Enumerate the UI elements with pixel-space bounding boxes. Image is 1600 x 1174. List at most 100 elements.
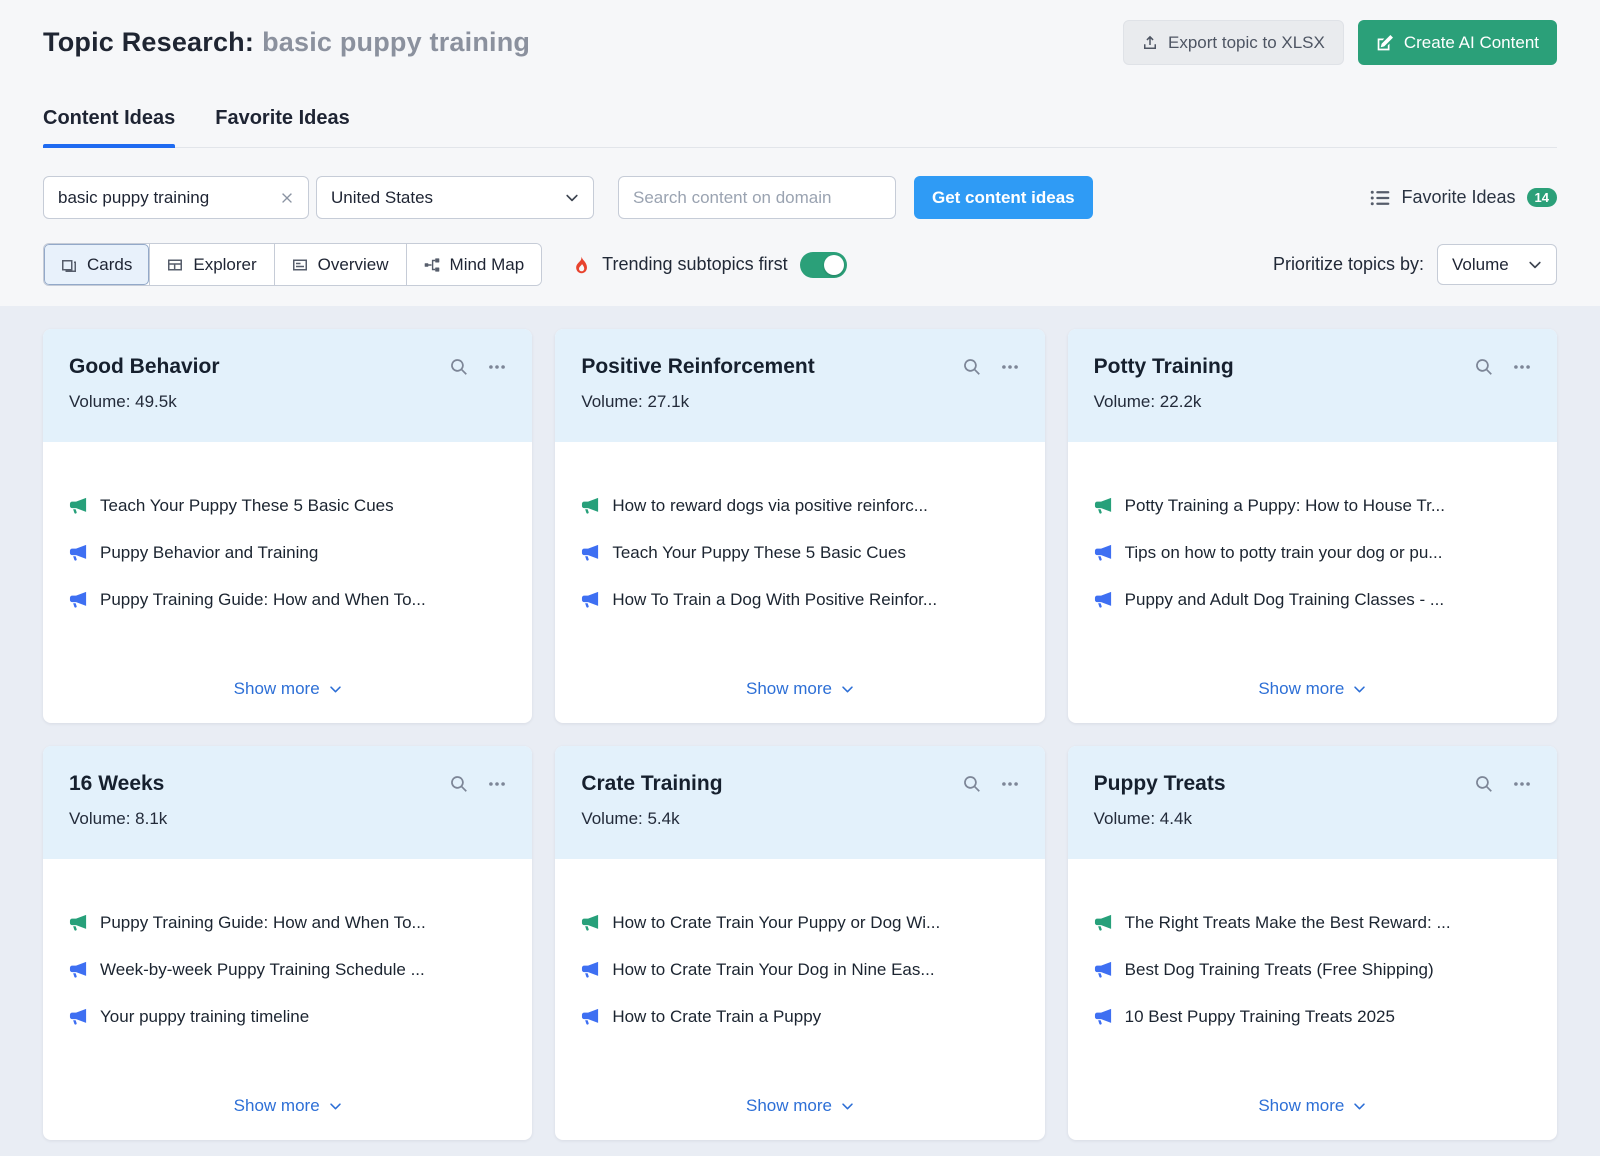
content-idea-item[interactable]: Week-by-week Puppy Training Schedule ... (69, 946, 506, 993)
content-idea-text: Potty Training a Puppy: How to House Tr.… (1125, 496, 1445, 516)
favorite-ideas-link[interactable]: Favorite Ideas 14 (1370, 187, 1557, 208)
content-idea-text: How to Crate Train Your Dog in Nine Eas.… (612, 960, 934, 980)
content-idea-text: How To Train a Dog With Positive Reinfor… (612, 590, 937, 610)
domain-search-input[interactable] (618, 176, 896, 219)
view-explorer-button[interactable]: Explorer (149, 244, 273, 285)
tab-favorite-ideas[interactable]: Favorite Ideas (215, 107, 350, 147)
content-idea-item[interactable]: Teach Your Puppy These 5 Basic Cues (69, 482, 506, 529)
more-options-icon[interactable] (488, 775, 506, 793)
topic-card-title: Good Behavior (69, 355, 220, 379)
tab-content-ideas[interactable]: Content Ideas (43, 107, 175, 147)
prioritize-select[interactable]: Volume (1437, 244, 1557, 285)
view-row: Cards Explorer Overview Mind Map Trendin… (43, 243, 1557, 306)
content-idea-text: Puppy Training Guide: How and When To... (100, 590, 426, 610)
more-options-icon[interactable] (1001, 775, 1019, 793)
favorite-ideas-count-badge: 14 (1527, 188, 1557, 207)
more-options-icon[interactable] (488, 358, 506, 376)
search-icon[interactable] (1475, 775, 1493, 793)
megaphone-icon (581, 544, 599, 562)
country-select[interactable]: United States (316, 176, 594, 219)
favorite-ideas-label: Favorite Ideas (1401, 187, 1515, 208)
megaphone-icon (581, 591, 599, 609)
topic-card-positive-reinforcement: Positive Reinforcement Volume: 27.1k How… (555, 329, 1044, 723)
show-more-label: Show more (1258, 1096, 1344, 1116)
megaphone-icon (1094, 961, 1112, 979)
get-content-ideas-button[interactable]: Get content ideas (914, 176, 1093, 219)
content-idea-item[interactable]: Puppy Training Guide: How and When To... (69, 576, 506, 623)
topic-card-volume: Volume: 22.2k (1094, 392, 1531, 412)
content-idea-text: Tips on how to potty train your dog or p… (1125, 543, 1443, 563)
show-more-link[interactable]: Show more (1094, 1096, 1531, 1120)
content-idea-text: Teach Your Puppy These 5 Basic Cues (612, 543, 906, 563)
content-idea-item[interactable]: 10 Best Puppy Training Treats 2025 (1094, 993, 1531, 1040)
topic-query-field[interactable] (43, 176, 309, 219)
content-idea-item[interactable]: Teach Your Puppy These 5 Basic Cues (581, 529, 1018, 576)
show-more-link[interactable]: Show more (69, 679, 506, 703)
view-mind-map-button[interactable]: Mind Map (406, 244, 542, 285)
search-icon[interactable] (963, 358, 981, 376)
show-more-link[interactable]: Show more (69, 1096, 506, 1120)
search-icon[interactable] (963, 775, 981, 793)
clear-query-icon[interactable] (280, 191, 294, 205)
topic-card-title: Potty Training (1094, 355, 1234, 379)
card-header: Potty Training Volume: 22.2k (1068, 329, 1557, 442)
card-body: Potty Training a Puppy: How to House Tr.… (1068, 442, 1557, 723)
search-icon[interactable] (1475, 358, 1493, 376)
trending-control: Trending subtopics first (572, 252, 846, 278)
content-idea-item[interactable]: Puppy Behavior and Training (69, 529, 506, 576)
create-ai-content-label: Create AI Content (1404, 33, 1539, 53)
show-more-label: Show more (234, 679, 320, 699)
show-more-label: Show more (746, 1096, 832, 1116)
megaphone-icon (69, 544, 87, 562)
megaphone-icon (69, 1008, 87, 1026)
topic-research-page: Topic Research:basic puppy training Expo… (0, 0, 1600, 1174)
topic-cards-section: Good Behavior Volume: 49.5k Teach Your P… (0, 306, 1600, 1156)
content-idea-item[interactable]: The Right Treats Make the Best Reward: .… (1094, 899, 1531, 946)
topic-card-good-behavior: Good Behavior Volume: 49.5k Teach Your P… (43, 329, 532, 723)
content-idea-item[interactable]: How to Crate Train Your Puppy or Dog Wi.… (581, 899, 1018, 946)
megaphone-icon (69, 961, 87, 979)
content-idea-item[interactable]: How to reward dogs via positive reinforc… (581, 482, 1018, 529)
more-options-icon[interactable] (1513, 775, 1531, 793)
flame-icon (572, 256, 590, 274)
content-idea-text: Week-by-week Puppy Training Schedule ... (100, 960, 425, 980)
content-idea-item[interactable]: Puppy and Adult Dog Training Classes - .… (1094, 576, 1531, 623)
topic-card-title: Puppy Treats (1094, 772, 1226, 796)
export-xlsx-label: Export topic to XLSX (1168, 33, 1325, 53)
search-icon[interactable] (450, 358, 468, 376)
content-idea-item[interactable]: Your puppy training timeline (69, 993, 506, 1040)
toggle-knob (824, 255, 844, 275)
content-idea-item[interactable]: Potty Training a Puppy: How to House Tr.… (1094, 482, 1531, 529)
trending-label: Trending subtopics first (602, 254, 787, 275)
show-more-link[interactable]: Show more (1094, 679, 1531, 703)
mind-map-view-icon (424, 257, 440, 273)
show-more-link[interactable]: Show more (581, 1096, 1018, 1120)
card-header: Crate Training Volume: 5.4k (555, 746, 1044, 859)
content-idea-item[interactable]: Tips on how to potty train your dog or p… (1094, 529, 1531, 576)
explorer-view-label: Explorer (193, 255, 256, 275)
search-icon[interactable] (450, 775, 468, 793)
trending-toggle[interactable] (800, 252, 847, 278)
show-more-link[interactable]: Show more (581, 679, 1018, 703)
export-xlsx-button[interactable]: Export topic to XLSX (1123, 20, 1344, 65)
content-idea-item[interactable]: Best Dog Training Treats (Free Shipping) (1094, 946, 1531, 993)
card-header: Positive Reinforcement Volume: 27.1k (555, 329, 1044, 442)
content-idea-item[interactable]: Puppy Training Guide: How and When To... (69, 899, 506, 946)
content-idea-item[interactable]: How to Crate Train Your Dog in Nine Eas.… (581, 946, 1018, 993)
overview-view-label: Overview (318, 255, 389, 275)
header-actions: Export topic to XLSX Create AI Content (1123, 20, 1557, 65)
content-idea-item[interactable]: How To Train a Dog With Positive Reinfor… (581, 576, 1018, 623)
chevron-down-icon (841, 1100, 854, 1113)
card-header: Puppy Treats Volume: 4.4k (1068, 746, 1557, 859)
more-options-icon[interactable] (1001, 358, 1019, 376)
megaphone-icon (1094, 497, 1112, 515)
view-cards-button[interactable]: Cards (44, 244, 149, 285)
view-overview-button[interactable]: Overview (274, 244, 406, 285)
card-body: How to reward dogs via positive reinforc… (555, 442, 1044, 723)
topic-card-puppy-treats: Puppy Treats Volume: 4.4k The Right Trea… (1068, 746, 1557, 1140)
content-idea-item[interactable]: How to Crate Train a Puppy (581, 993, 1018, 1040)
cards-view-label: Cards (87, 255, 132, 275)
create-ai-content-button[interactable]: Create AI Content (1358, 20, 1557, 65)
more-options-icon[interactable] (1513, 358, 1531, 376)
topic-query-input[interactable] (58, 188, 272, 208)
